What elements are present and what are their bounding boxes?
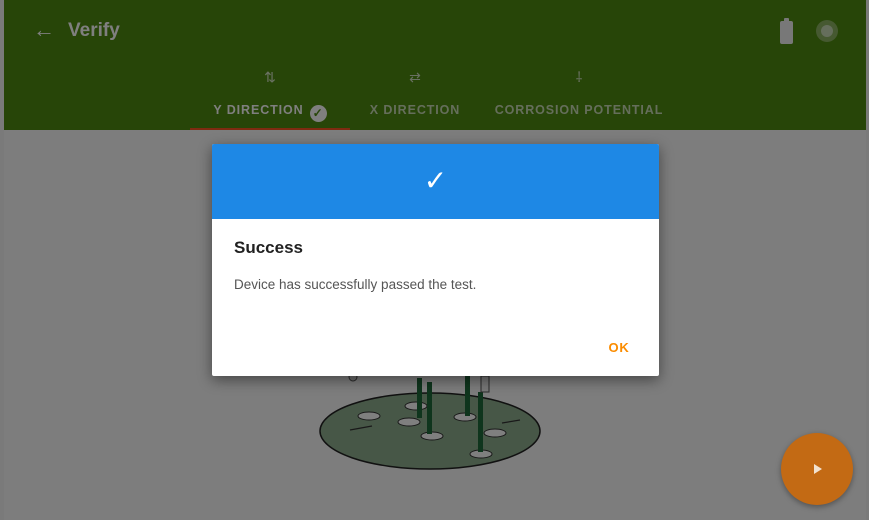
dialog-title: Success <box>234 238 303 257</box>
check-icon: ✓ <box>423 165 448 196</box>
app-screen: ← Verify ⇅ Y DIRECTION✓ ⇄ X DIRECTION ⸸ … <box>4 0 866 520</box>
play-icon <box>814 464 822 474</box>
success-dialog: ✓ Success Device has successfully passed… <box>212 144 659 376</box>
dialog-message: Device has successfully passed the test. <box>234 277 477 292</box>
play-button[interactable] <box>781 433 853 505</box>
ok-button[interactable]: OK <box>600 337 638 359</box>
dialog-header: ✓ <box>212 144 659 219</box>
